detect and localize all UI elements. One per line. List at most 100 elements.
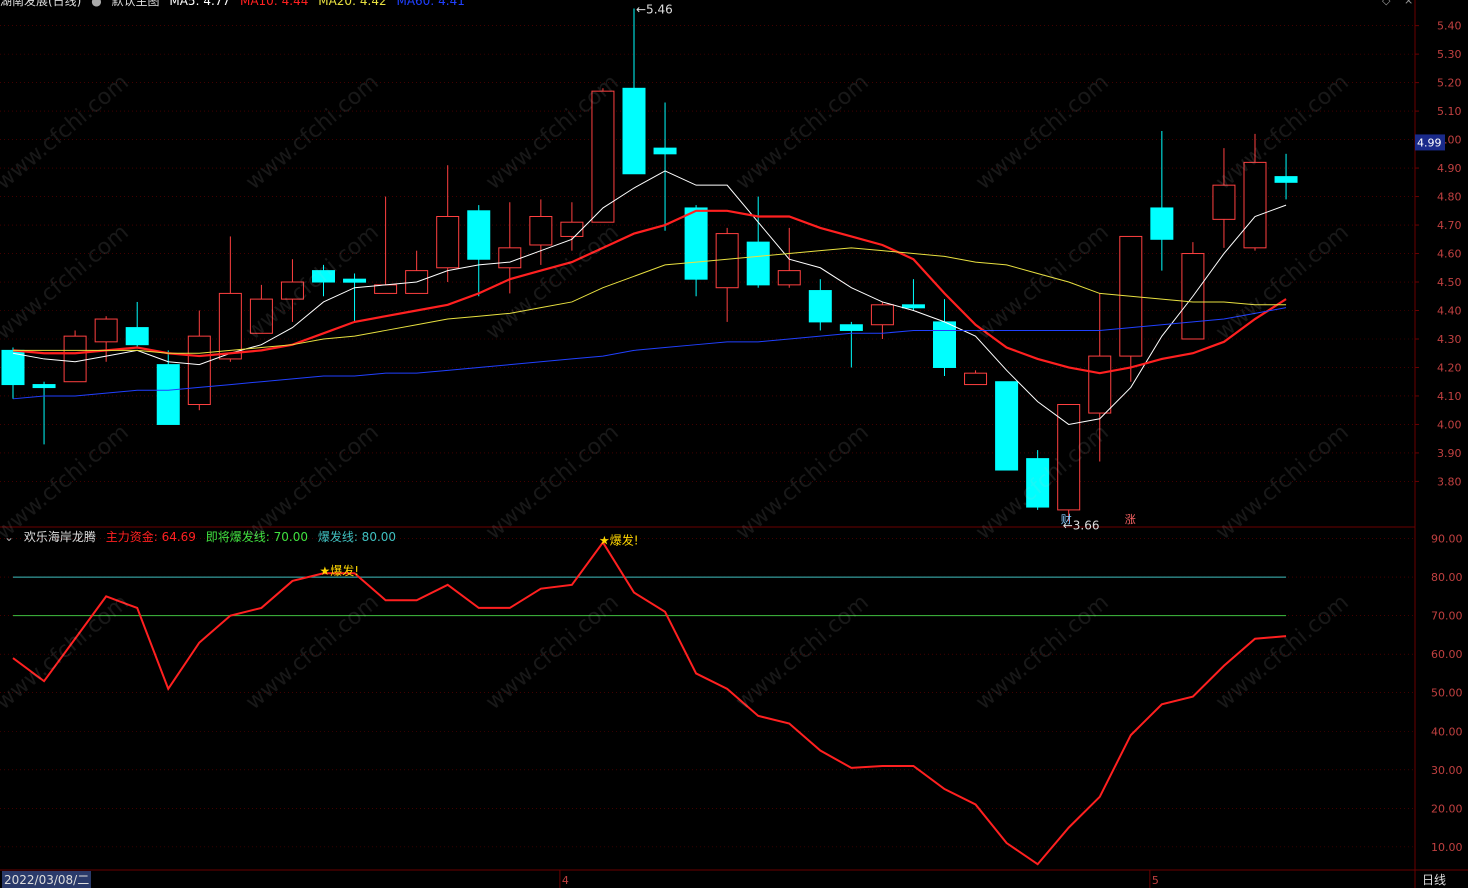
candle (1274, 153, 1298, 200)
candle (839, 321, 863, 368)
candle (777, 227, 801, 288)
ma10-value: MA10: 4.44 (239, 0, 309, 8)
price-tick-label: 4.30 (1437, 333, 1462, 346)
candle (63, 330, 87, 383)
candle (1212, 148, 1236, 248)
high-price-label: ←5.46 (636, 3, 673, 17)
current-price-value: 4.99 (1417, 136, 1442, 149)
candle (125, 301, 149, 348)
candle (529, 199, 553, 265)
collapse-icon[interactable]: ◇ (1382, 0, 1390, 7)
price-tick-label: 5.10 (1437, 105, 1462, 118)
candle (405, 250, 429, 294)
burst-label: ★爆发! (320, 563, 360, 578)
candle (964, 370, 988, 386)
price-tick-label: 3.90 (1437, 447, 1462, 460)
candle (560, 202, 584, 251)
indicator-tick-label: 20.00 (1431, 802, 1463, 815)
candle (808, 279, 832, 331)
price-tick-label: 4.90 (1437, 162, 1462, 175)
candle-body (529, 215, 553, 246)
candle (684, 205, 708, 297)
candle (1150, 131, 1174, 271)
candle (218, 236, 242, 362)
candle-body (498, 247, 522, 269)
ma20-value: MA20: 4.42 (318, 0, 387, 8)
candle-body (715, 233, 739, 289)
candle-body (374, 284, 398, 294)
period-selector[interactable]: 日线 (1422, 871, 1446, 888)
candle-body (156, 364, 180, 425)
candle-body (280, 281, 304, 300)
stock-chart[interactable]: 5.405.305.205.105.004.904.804.704.604.50… (0, 0, 1468, 888)
candle-body (622, 87, 646, 175)
price-tick-label: 5.30 (1437, 48, 1462, 61)
candle (187, 310, 211, 411)
candle (591, 88, 615, 223)
candle (312, 264, 335, 297)
indicator-tick-label: 40.00 (1431, 725, 1463, 738)
candle-body (63, 335, 87, 383)
candle-body (870, 304, 894, 326)
candle-body (343, 278, 367, 283)
indicator-tick-label: 30.00 (1431, 764, 1463, 777)
burst-label: ★爆发! (599, 532, 639, 547)
candle (901, 279, 925, 311)
main-chart-header: 湖南发展(日线) ● 默认主图 MA5: 4.77 MA10: 4.44 MA2… (0, 0, 471, 9)
candle-body (249, 298, 273, 334)
stock-title: 湖南发展(日线) (0, 0, 82, 8)
price-tick-label: 4.10 (1437, 390, 1462, 403)
finance-marker: 财 (1061, 512, 1072, 526)
main-fund-value: 主力资金: 64.69 (105, 530, 196, 544)
candle-body (1057, 404, 1081, 511)
candle-body (653, 147, 677, 155)
candle (1119, 235, 1143, 382)
candle (1057, 404, 1081, 522)
close-icon[interactable]: × (1404, 0, 1413, 7)
indicator-tick-label: 80.00 (1431, 571, 1463, 584)
candle (1026, 450, 1050, 510)
candle-body (218, 292, 242, 360)
candle-body (839, 324, 863, 331)
candle (467, 205, 491, 297)
candle-body (995, 381, 1019, 471)
candle-body (94, 318, 118, 343)
indicator-header: ⌄ 欢乐海岸龙腾 主力资金: 64.69 即将爆发线: 70.00 爆发线: 8… (4, 528, 402, 545)
time-tick-label: 4 (562, 874, 569, 887)
price-tick-label: 4.00 (1437, 418, 1462, 431)
candle-body (901, 304, 925, 309)
candle-body (1088, 355, 1112, 414)
indicator-tick-label: 10.00 (1431, 841, 1463, 854)
candle-body (964, 372, 988, 386)
indicator-tick-label: 50.00 (1431, 687, 1463, 700)
candle-body (312, 270, 335, 283)
candle (1, 347, 25, 399)
candle-body (1026, 458, 1050, 508)
candle (1243, 133, 1267, 251)
near-burst-line-value: 即将爆发线: 70.00 (205, 530, 308, 544)
cursor-date: 2022/03/08/二 (2, 871, 92, 888)
candle (622, 8, 646, 175)
indicator-settings-icon[interactable]: ⌄ (4, 530, 14, 544)
price-tick-label: 5.20 (1437, 77, 1462, 90)
main-fund-line (12, 540, 1287, 866)
price-tick-label: 4.40 (1437, 305, 1462, 318)
time-tick-label: 5 (1152, 874, 1159, 887)
candle (436, 165, 460, 283)
candle-body (684, 207, 708, 280)
candle-body (746, 241, 770, 286)
candle-body (777, 270, 801, 286)
price-tick-label: 4.50 (1437, 276, 1462, 289)
price-tick-label: 4.80 (1437, 191, 1462, 204)
candle-body (1, 349, 25, 386)
ma60-value: MA60: 4.41 (396, 0, 465, 8)
candle-body (560, 221, 584, 237)
main-indicator-name[interactable]: 默认主图 (112, 0, 160, 8)
candle-body (187, 335, 211, 406)
candle-body (933, 321, 956, 368)
candle-body (1243, 161, 1267, 249)
indicator-name[interactable]: 欢乐海岸龙腾 (24, 530, 96, 544)
candle (995, 381, 1019, 471)
candle (715, 227, 739, 322)
indicator-dropdown-icon[interactable]: ● (91, 0, 101, 8)
